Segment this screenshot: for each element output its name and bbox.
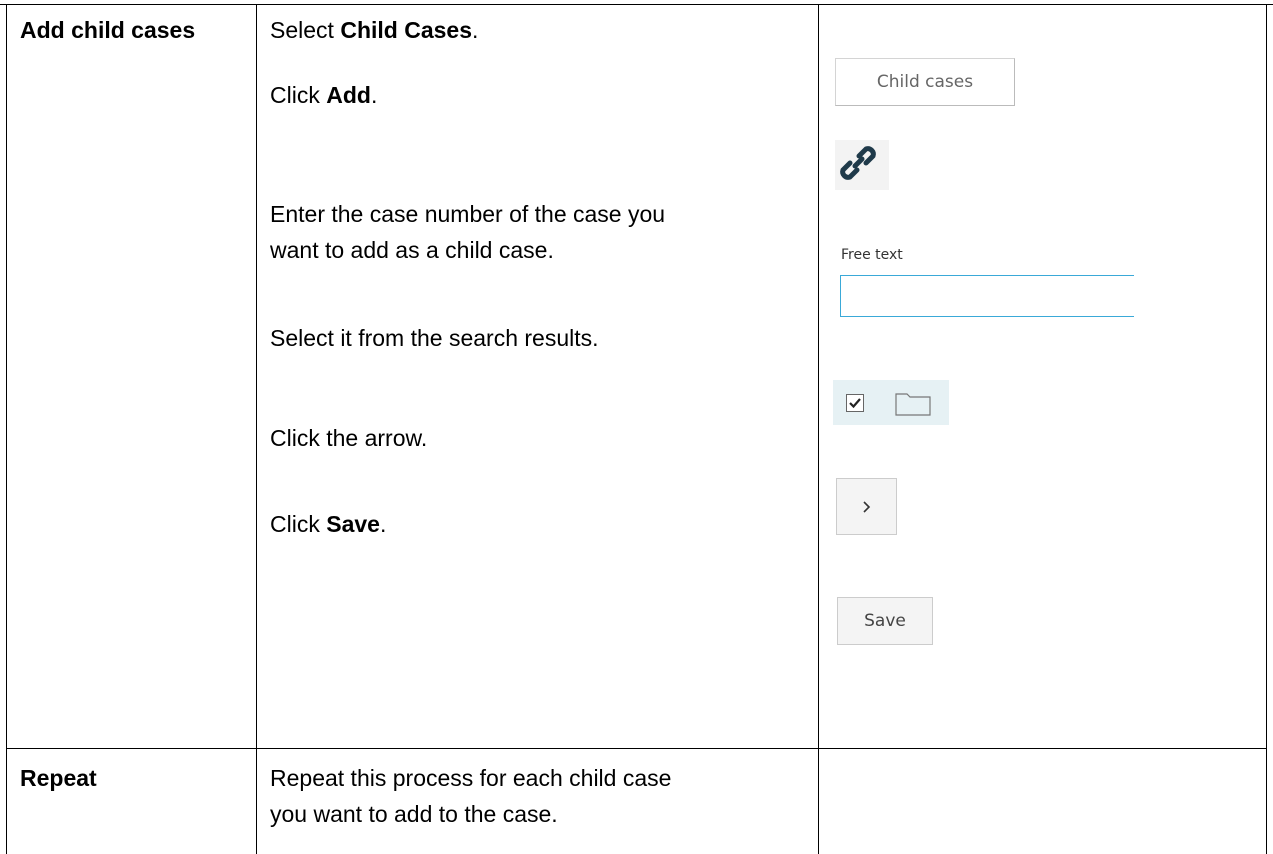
free-text-input[interactable]: [840, 275, 1134, 317]
repeat-text-line-1: Repeat this process for each child case: [270, 765, 672, 791]
step-text: .: [370, 82, 378, 108]
table-border-top: [0, 4, 1273, 5]
step-text: Click: [270, 511, 327, 537]
repeat-text-line-2: you want to add to the case.: [270, 801, 558, 827]
chevron-right-icon: [862, 500, 870, 513]
step-text: .: [379, 511, 387, 537]
step-emphasis: Save: [326, 511, 380, 537]
link-icon: [840, 146, 876, 180]
step-text-line-2: want to add as a child case.: [270, 237, 554, 263]
table-border-left: [6, 4, 7, 854]
row-label-add-child-cases: Add child cases: [20, 17, 196, 43]
step-emphasis: Add: [326, 82, 371, 108]
child-cases-tab[interactable]: Child cases: [835, 58, 1015, 106]
step-text: .: [471, 17, 479, 43]
step-text: Click: [270, 82, 327, 108]
table-border-col2: [818, 4, 819, 854]
add-link-button[interactable]: [835, 140, 889, 190]
step-click-arrow: Click the arrow.: [270, 425, 428, 451]
step-click-save: Click Save.: [270, 506, 386, 542]
add-arrow-button[interactable]: [836, 478, 897, 535]
step-emphasis: Child Cases: [340, 17, 472, 43]
table-row-divider: [6, 748, 1267, 749]
search-result-row[interactable]: [833, 380, 949, 425]
step-enter-case-number: Enter the case number of the case you wa…: [270, 196, 665, 268]
row-label-repeat: Repeat: [20, 765, 97, 791]
folder-icon: [895, 393, 931, 416]
repeat-instructions: Repeat this process for each child case …: [270, 760, 671, 832]
step-select-from-results: Select it from the search results.: [270, 325, 599, 351]
instruction-table: Add child cases Select Child Cases. Clic…: [0, 0, 1273, 854]
table-border-right: [1266, 4, 1267, 854]
step-select-child-cases: Select Child Cases.: [270, 12, 478, 48]
step-text: Select: [270, 17, 341, 43]
step-click-add: Click Add.: [270, 77, 377, 113]
free-text-label: Free text: [841, 247, 903, 263]
checkbox-checked-icon[interactable]: [846, 394, 864, 412]
save-button[interactable]: Save: [837, 597, 933, 645]
step-text-line-1: Enter the case number of the case you: [270, 201, 666, 227]
table-border-col1: [256, 4, 257, 854]
